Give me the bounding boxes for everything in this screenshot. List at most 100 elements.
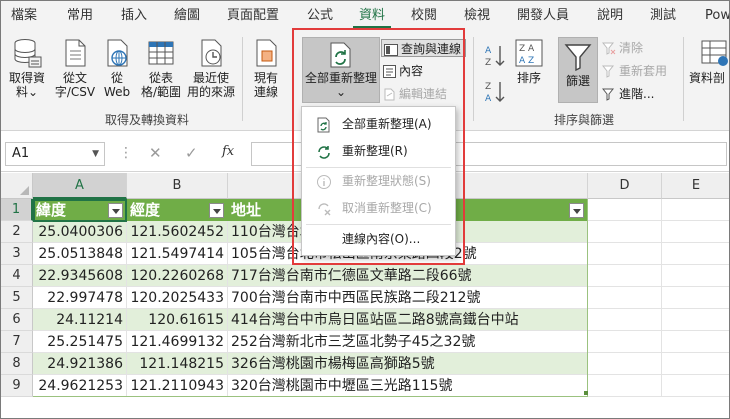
connection-file-icon — [256, 39, 277, 67]
empty-cell[interactable] — [662, 331, 729, 353]
recent-sources-label-2: 用的來源 — [187, 85, 236, 99]
empty-cell[interactable] — [588, 331, 662, 353]
row-header-2[interactable]: 2 — [1, 221, 33, 243]
tab-developer[interactable]: 開發人員 — [511, 1, 575, 31]
group-label-sort-filter: 排序與篩選 — [554, 113, 615, 127]
row-header-5[interactable]: 5 — [1, 287, 33, 309]
database-icon — [14, 39, 42, 68]
group-label-get-transform: 取得及轉換資料 — [105, 113, 190, 127]
existing-connections-label-1: 現有 — [253, 71, 278, 85]
sort-dialog-icon: Z A A Z — [515, 39, 543, 67]
table-icon — [148, 41, 174, 65]
reapply-button[interactable]: 重新套用 — [602, 62, 667, 80]
tab-page-layout[interactable]: 頁面配置 — [222, 1, 284, 31]
tab-help[interactable]: 說明 — [591, 1, 629, 31]
empty-cell[interactable] — [588, 199, 662, 221]
recent-file-clock-icon — [201, 39, 222, 67]
from-table-range-button[interactable]: 從表 格/範圍 — [138, 37, 184, 99]
get-data-button[interactable]: 取得資 料⌄ — [5, 37, 49, 99]
select-all-button[interactable] — [1, 173, 33, 199]
tab-draw[interactable]: 繪圖 — [168, 1, 206, 31]
reapply-label: 重新套用 — [619, 64, 668, 78]
column-header-d[interactable]: D — [588, 173, 662, 199]
tab-test[interactable]: 測試 — [644, 1, 682, 31]
get-data-label-1: 取得資 — [8, 71, 45, 85]
reapply-icon — [602, 65, 615, 78]
ribbon-separator-3 — [683, 37, 684, 121]
recent-sources-label-1: 最近使 — [192, 71, 229, 85]
tab-view[interactable]: 檢視 — [458, 1, 496, 31]
svg-text:Z A: Z A — [519, 44, 535, 54]
from-text-csv-button[interactable]: 從文 字/CSV — [53, 37, 97, 99]
recent-sources-button[interactable]: 最近使 用的來源 — [187, 37, 235, 99]
column-header-b[interactable]: B — [127, 173, 228, 199]
row-header-8[interactable]: 8 — [1, 353, 33, 375]
row-header-3[interactable]: 3 — [1, 243, 33, 265]
existing-connections-button[interactable]: 現有 連線 — [247, 37, 285, 99]
from-web-label-2: Web — [103, 85, 131, 99]
from-web-button[interactable]: 從 Web — [99, 37, 135, 99]
empty-cell[interactable] — [662, 199, 729, 221]
tab-power[interactable]: Pow — [701, 1, 729, 31]
empty-cell[interactable] — [588, 265, 662, 287]
advanced-label: 進階... — [619, 87, 655, 101]
advanced-filter-button[interactable]: 進階... — [602, 85, 654, 103]
name-box-value: A1 — [12, 146, 30, 161]
table-resize-handle[interactable] — [584, 391, 588, 395]
sort-ascending-icon[interactable]: A Z — [483, 43, 507, 69]
row-header-4[interactable]: 4 — [1, 265, 33, 287]
clear-filter-button[interactable]: 清除 — [602, 39, 643, 57]
tab-home[interactable]: 常用 — [61, 1, 99, 31]
empty-cell[interactable] — [662, 243, 729, 265]
empty-cell[interactable] — [662, 221, 729, 243]
advanced-filter-icon — [602, 88, 615, 101]
empty-cell[interactable] — [588, 243, 662, 265]
empty-cell[interactable] — [588, 309, 662, 331]
web-page-icon — [107, 39, 128, 67]
tab-insert[interactable]: 插入 — [115, 1, 153, 31]
row-header-7[interactable]: 7 — [1, 331, 33, 353]
empty-cell[interactable] — [662, 375, 729, 397]
column-header-a[interactable]: A — [33, 173, 127, 199]
row-header-1[interactable]: 1 — [1, 199, 33, 221]
sort-descending-icon[interactable]: Z A — [483, 79, 507, 105]
empty-cell[interactable] — [588, 353, 662, 375]
filter-button[interactable]: 篩選 — [558, 37, 598, 103]
filter-funnel-icon — [564, 44, 592, 72]
empty-cell[interactable] — [588, 287, 662, 309]
svg-text:A: A — [485, 46, 492, 56]
empty-cell[interactable] — [662, 309, 729, 331]
from-web-label-1: 從 — [110, 71, 123, 85]
empty-cell[interactable] — [662, 353, 729, 375]
empty-cell[interactable] — [588, 221, 662, 243]
row-header-6[interactable]: 6 — [1, 309, 33, 331]
chevron-down-icon[interactable]: ▼ — [92, 143, 99, 165]
ribbon-separator — [242, 37, 243, 121]
tab-formulas[interactable]: 公式 — [301, 1, 339, 31]
clear-label: 清除 — [619, 41, 644, 55]
formula-bar-grip-icon[interactable]: ⋮ — [119, 146, 133, 160]
data-profile-button[interactable]: 資料剖 — [689, 37, 729, 85]
from-text-csv-label-1: 從文 — [62, 71, 87, 85]
empty-cell[interactable] — [662, 265, 729, 287]
tab-review[interactable]: 校閱 — [405, 1, 443, 31]
insert-function-icon[interactable]: fx — [222, 144, 234, 159]
name-box[interactable]: A1 ▼ — [5, 142, 105, 166]
ribbon-tab-bar: 檔案 常用 插入 繪圖 頁面配置 公式 資料 校閱 檢視 開發人員 說明 測試 … — [1, 1, 729, 31]
empty-cell[interactable] — [662, 287, 729, 309]
from-text-csv-label-2: 字/CSV — [54, 85, 96, 99]
sort-label: 排序 — [516, 71, 541, 85]
data-profile-label: 資料剖 — [689, 71, 726, 85]
ribbon-separator-2 — [473, 37, 474, 121]
sort-button[interactable]: Z A A Z 排序 — [511, 37, 547, 85]
empty-cell[interactable] — [588, 375, 662, 397]
text-file-icon — [65, 39, 86, 67]
enter-check-icon[interactable]: ✓ — [185, 144, 198, 162]
excel-window: 檔案 常用 插入 繪圖 頁面配置 公式 資料 校閱 檢視 開發人員 說明 測試 … — [0, 0, 730, 419]
column-header-e[interactable]: E — [662, 173, 729, 199]
cancel-icon[interactable]: ✕ — [149, 144, 162, 162]
tab-file[interactable]: 檔案 — [5, 1, 43, 31]
row-header-9[interactable]: 9 — [1, 375, 33, 397]
tab-data[interactable]: 資料 — [353, 1, 391, 31]
annotation-highlight-box — [292, 28, 465, 265]
